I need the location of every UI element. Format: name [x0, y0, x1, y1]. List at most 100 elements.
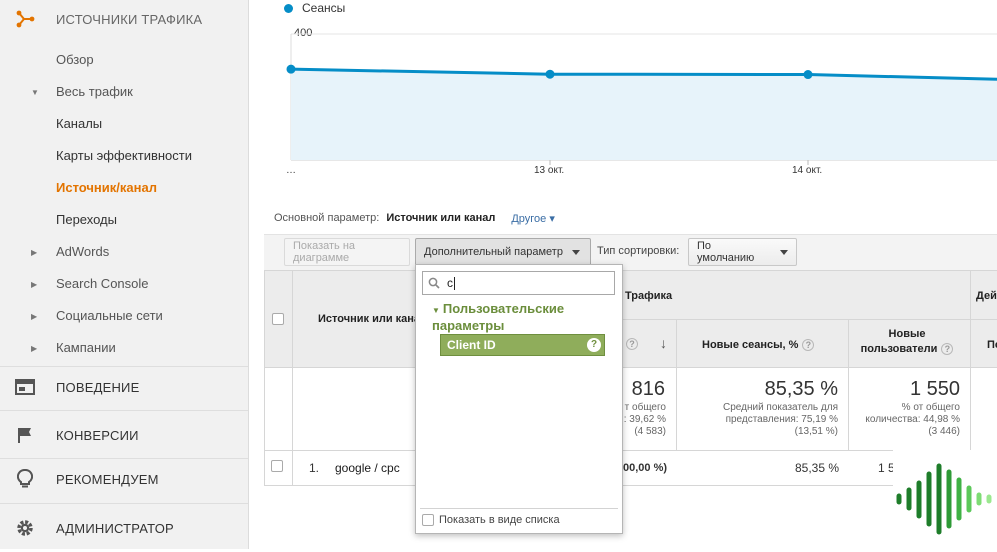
expanded-triangle-icon: ▼ — [432, 306, 440, 315]
col-header-new-sessions[interactable]: Новые сеансы, %? — [702, 338, 815, 353]
primary-dimension-label: Основной параметр: — [274, 212, 380, 224]
sessions-chart[interactable] — [285, 20, 997, 180]
row-sessions-percent: 00,00 %) — [623, 462, 668, 474]
help-icon[interactable]: ? — [587, 338, 601, 352]
row-checkbox[interactable] — [271, 460, 283, 472]
data-point[interactable] — [803, 70, 813, 80]
divider — [264, 367, 997, 368]
show-as-list-label: Показать в виде списка — [439, 514, 560, 526]
search-value: c — [447, 276, 453, 290]
other-dimension-link[interactable]: Другое ▾ — [511, 212, 555, 225]
sidebar-section-recommended[interactable]: РЕКОМЕНДУЕМ — [0, 468, 248, 490]
divider — [264, 270, 997, 271]
sidebar-section-behavior[interactable]: ПОВЕДЕНИЕ — [0, 376, 248, 398]
secondary-dimension-button[interactable]: Дополнительный параметр — [415, 238, 591, 266]
chevron-down-icon — [780, 249, 788, 255]
help-icon[interactable]: ? — [941, 343, 954, 356]
chart-legend[interactable]: Сеансы — [284, 0, 345, 16]
sidebar-section-conversions[interactable]: КОНВЕРСИИ — [0, 424, 248, 446]
divider — [0, 458, 248, 459]
total-new-users-value: 1 550 — [909, 378, 960, 400]
col-header-label: Новые — [888, 328, 926, 340]
sort-desc-icon[interactable]: ↓ — [660, 335, 667, 351]
x-tick-label: 13 окт. — [534, 165, 565, 176]
collapsed-triangle-icon[interactable]: ▶ — [31, 344, 37, 353]
show-as-list-toggle[interactable]: Показать в виде списка — [422, 514, 560, 526]
col-header-label: Новые сеансы, % — [702, 339, 799, 351]
select-all-checkbox[interactable] — [272, 313, 284, 325]
sidebar-item-referrals[interactable]: Переходы — [56, 212, 117, 227]
branch-icon — [14, 8, 36, 30]
row-new-sessions: 85,35 % — [795, 461, 840, 475]
sidebar-item-campaigns[interactable]: Кампании — [56, 340, 116, 355]
col-header-new-users[interactable]: Новые пользователи? — [856, 327, 958, 357]
legend-dot — [284, 3, 293, 13]
divider — [264, 270, 265, 486]
data-point[interactable] — [286, 64, 296, 74]
total-sessions-value: 816 — [631, 378, 665, 400]
total-new-sessions-value: 85,35 % — [764, 378, 838, 400]
sort-type-select[interactable]: По умолчанию — [688, 238, 797, 266]
sidebar-section-label: РЕКОМЕНДУЕМ — [56, 471, 159, 487]
divider — [676, 319, 677, 451]
behavior-icon — [14, 376, 36, 398]
col-header-label: пользователи — [860, 343, 938, 355]
divider — [264, 450, 997, 451]
divider — [0, 503, 248, 504]
secondary-dimension-dropdown: c ▼ Пользовательские параметры Client ID … — [415, 264, 623, 534]
x-tick-label: … — [286, 165, 296, 176]
divider — [0, 410, 248, 411]
legend-label: Сеансы — [302, 1, 346, 15]
sidebar-section-acquisition[interactable]: ИСТОЧНИКИ ТРАФИКА — [0, 8, 248, 30]
divider — [970, 270, 971, 451]
dimension-search-input[interactable]: c — [422, 271, 615, 295]
divider — [623, 319, 997, 320]
collapsed-triangle-icon[interactable]: ▶ — [31, 280, 37, 289]
collapsed-triangle-icon[interactable]: ▶ — [31, 248, 37, 257]
category-label: Пользовательские параметры — [432, 301, 565, 333]
sidebar: ИСТОЧНИКИ ТРАФИКА Обзор ▼ Весь трафик Ка… — [0, 0, 249, 549]
primary-dimension-value[interactable]: Источник или канал — [386, 212, 495, 225]
flag-icon — [14, 424, 36, 446]
sidebar-item-all-traffic[interactable]: Весь трафик — [56, 84, 133, 99]
sidebar-section-label: КОНВЕРСИИ — [56, 427, 139, 443]
soundwave-logo — [893, 450, 997, 549]
sidebar-section-label: АДМИНИСТРАТОР — [56, 520, 174, 536]
help-icon[interactable]: ? — [626, 338, 638, 350]
sidebar-item-treemaps[interactable]: Карты эффективности — [56, 148, 192, 163]
sidebar-section-admin[interactable]: АДМИНИСТРАТОР — [0, 517, 248, 539]
divider — [420, 508, 618, 509]
sidebar-item-search-console[interactable]: Search Console — [56, 276, 149, 291]
dropdown-category[interactable]: ▼ Пользовательские параметры — [432, 301, 612, 333]
col-header-cut[interactable]: По — [987, 338, 997, 353]
lightbulb-icon — [14, 468, 36, 490]
plot-rows-button[interactable]: Показать на диаграмме — [284, 238, 410, 266]
total-new-sessions-sub: Средний показатель для представления: 75… — [723, 402, 838, 437]
x-tick-label: 14 окт. — [792, 165, 823, 176]
sidebar-item-channels[interactable]: Каналы — [56, 116, 102, 131]
help-icon[interactable]: ? — [802, 339, 815, 352]
sidebar-item-social[interactable]: Социальные сети — [56, 308, 163, 323]
sidebar-item-adwords[interactable]: AdWords — [56, 244, 109, 259]
sidebar-item-overview[interactable]: Обзор — [56, 52, 94, 67]
col-group-traffic: Трафика — [625, 290, 673, 302]
total-new-users-sub: % от общего количества: 44,98 % (3 446) — [865, 402, 960, 437]
dropdown-option-client-id[interactable]: Client ID ? — [440, 334, 605, 356]
search-icon — [428, 277, 440, 289]
data-point[interactable] — [545, 69, 555, 79]
chevron-down-icon — [571, 249, 580, 255]
row-source-link[interactable]: google / cpc — [335, 461, 400, 475]
secondary-dimension-label: Дополнительный параметр — [424, 246, 563, 258]
show-as-list-checkbox[interactable] — [422, 514, 434, 526]
sort-type-label: Тип сортировки: — [597, 245, 680, 257]
sidebar-section-label: ИСТОЧНИКИ ТРАФИКА — [56, 11, 203, 27]
gear-icon — [14, 517, 36, 539]
collapsed-triangle-icon[interactable]: ▶ — [31, 312, 37, 321]
series-area — [291, 69, 997, 160]
expanded-triangle-icon[interactable]: ▼ — [31, 88, 39, 97]
divider — [264, 485, 997, 486]
divider — [848, 319, 849, 451]
sidebar-item-source-medium[interactable]: Источник/канал — [56, 180, 157, 195]
col-header-source[interactable]: Источник или канал — [318, 312, 427, 327]
divider — [292, 270, 293, 486]
